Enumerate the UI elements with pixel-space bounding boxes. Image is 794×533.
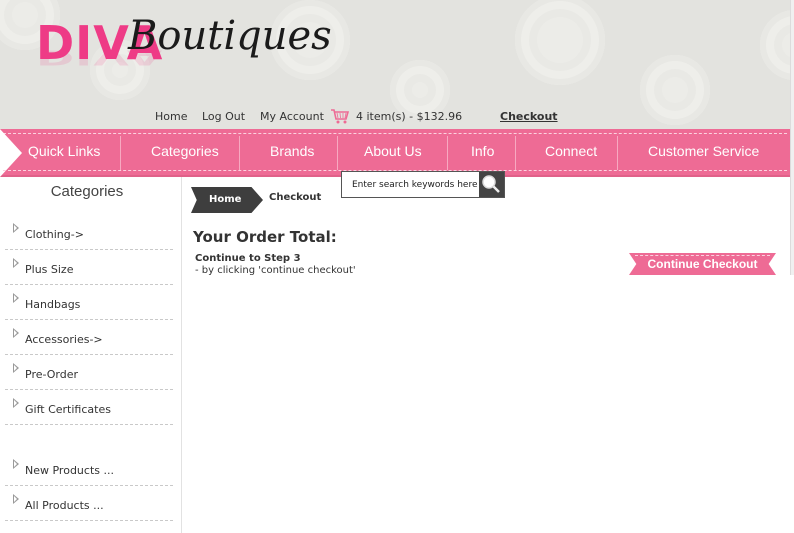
nav-info[interactable]: Info — [471, 143, 494, 159]
triangle-right-icon — [13, 258, 19, 268]
top-links: Home Log Out My Account 4 item(s) - $132… — [0, 110, 794, 126]
nav-divider — [515, 136, 516, 170]
sidebar-item-new-products[interactable]: New Products ... — [5, 451, 173, 486]
step-heading: Continue to Step 3 — [195, 253, 301, 264]
triangle-right-icon — [13, 293, 19, 303]
sidebar-item-accessories[interactable]: Accessories-> — [5, 320, 173, 355]
nav-brands[interactable]: Brands — [270, 143, 314, 159]
nav-quick-links[interactable]: Quick Links — [28, 143, 100, 159]
search-button[interactable] — [479, 172, 504, 197]
nav-categories[interactable]: Categories — [151, 143, 219, 159]
site-logo[interactable]: DIVA DIVA Boutiques — [36, 12, 332, 100]
sidebar-item-label: Pre-Order — [25, 368, 79, 381]
nav-divider — [447, 136, 448, 170]
nav-connect[interactable]: Connect — [545, 143, 597, 159]
sidebar-item-label: Plus Size — [25, 263, 74, 276]
breadcrumb-home[interactable]: Home — [209, 194, 241, 205]
nav-about-us[interactable]: About Us — [364, 143, 422, 159]
flower-pattern — [515, 0, 605, 85]
nav-divider — [337, 136, 338, 170]
logo-boutiques-text: Boutiques — [128, 13, 332, 59]
sidebar-item-handbags[interactable]: Handbags — [5, 285, 173, 320]
nav-customer-service[interactable]: Customer Service — [648, 143, 759, 159]
sidebar-item-pre-order[interactable]: Pre-Order — [5, 355, 173, 390]
sidebar-item-label: Accessories-> — [25, 333, 103, 346]
shopping-cart-icon[interactable] — [330, 108, 350, 124]
triangle-right-icon — [13, 459, 19, 469]
sidebar-title: Categories — [50, 183, 124, 200]
triangle-right-icon — [13, 398, 19, 408]
sidebar-item-plus-size[interactable]: Plus Size — [5, 250, 173, 285]
sidebar-item-all-products[interactable]: All Products ... — [5, 486, 173, 521]
home-link[interactable]: Home — [155, 110, 187, 123]
sidebar-item-gift-certificates[interactable]: Gift Certificates — [5, 390, 173, 425]
breadcrumb-current: Checkout — [269, 192, 322, 203]
nav-divider — [617, 136, 618, 170]
nav-divider — [120, 136, 121, 170]
sidebar-item-clothing[interactable]: Clothing-> — [5, 215, 173, 250]
logout-link[interactable]: Log Out — [202, 110, 245, 123]
triangle-right-icon — [13, 363, 19, 373]
sidebar-item-label: Handbags — [25, 298, 81, 311]
sidebar-item-label: Clothing-> — [25, 228, 84, 241]
category-sidebar: Categories Clothing-> Plus Size Handbags… — [0, 177, 182, 533]
search-icon — [482, 175, 500, 193]
step-description: - by clicking 'continue checkout' — [195, 265, 356, 276]
nav-divider — [239, 136, 240, 170]
cart-summary[interactable]: 4 item(s) - $132.96 — [356, 110, 462, 123]
triangle-right-icon — [13, 494, 19, 504]
nav-notch — [0, 129, 22, 177]
page-title: Your Order Total: — [193, 228, 337, 246]
my-account-link[interactable]: My Account — [260, 110, 324, 123]
sidebar-item-label: New Products ... — [25, 464, 114, 477]
flower-pattern — [760, 10, 794, 80]
search-input[interactable] — [342, 172, 480, 197]
search-box — [341, 171, 505, 198]
triangle-right-icon — [13, 223, 19, 233]
sidebar-item-label: Gift Certificates — [25, 403, 111, 416]
triangle-right-icon — [13, 328, 19, 338]
scrollbar[interactable] — [790, 0, 794, 275]
sidebar-item-label: All Products ... — [25, 499, 104, 512]
continue-checkout-button[interactable]: Continue Checkout — [629, 253, 776, 275]
checkout-link[interactable]: Checkout — [500, 110, 558, 123]
main-nav: Quick Links Categories Brands About Us I… — [0, 129, 790, 177]
